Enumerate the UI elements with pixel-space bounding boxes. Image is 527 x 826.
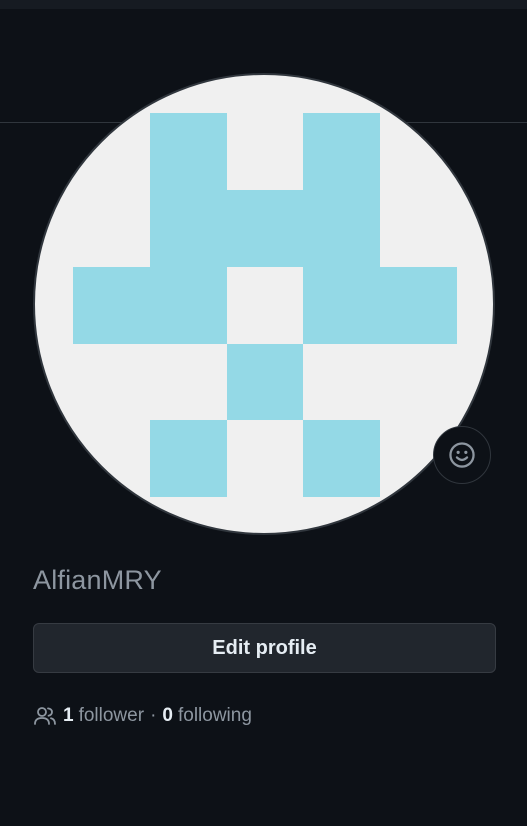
following-count: 0 [162, 705, 173, 726]
follow-stats: 1 follower · 0 following [33, 701, 252, 731]
people-icon [33, 704, 57, 728]
followers-label: follower [78, 705, 145, 726]
edit-profile-button[interactable]: Edit profile [33, 623, 496, 673]
set-status-button[interactable] [433, 426, 491, 484]
following-label: following [177, 705, 252, 726]
smiley-icon [449, 442, 475, 468]
top-bar [0, 0, 527, 9]
following-link[interactable]: 0 following [162, 705, 252, 727]
stats-separator: · [150, 705, 157, 726]
followers-link[interactable]: 1 follower [33, 704, 144, 728]
followers-count: 1 [63, 705, 74, 726]
identicon-image [73, 113, 457, 497]
profile-page: AlfianMRY Edit profile 1 follower · 0 fo… [0, 0, 527, 826]
avatar[interactable] [33, 73, 495, 535]
username: AlfianMRY [33, 565, 162, 595]
